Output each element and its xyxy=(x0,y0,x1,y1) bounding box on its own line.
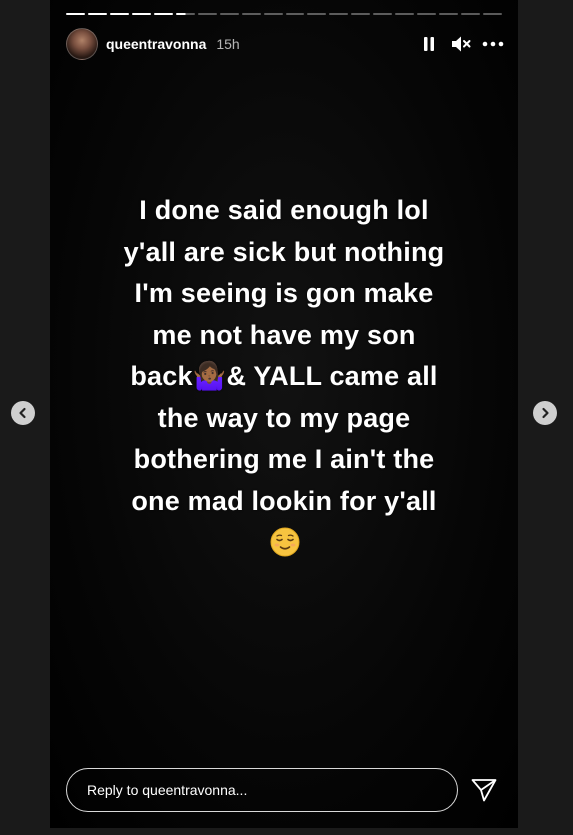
chevron-left-icon xyxy=(19,407,26,419)
avatar[interactable] xyxy=(66,28,98,60)
progress-segment xyxy=(351,13,371,15)
progress-segment xyxy=(329,13,349,15)
reply-bar xyxy=(66,768,498,812)
progress-segment xyxy=(285,13,305,15)
progress-segment xyxy=(395,13,415,15)
progress-segment xyxy=(461,13,481,15)
progress-segment xyxy=(153,13,173,15)
story-viewer: queentravonna 15h I done said enough lol… xyxy=(0,0,573,835)
progress-segment xyxy=(241,13,261,15)
chevron-right-icon xyxy=(542,407,549,419)
story-progress-bar xyxy=(66,13,503,16)
story-caption: I done said enough lol y'all are sick bu… xyxy=(123,195,445,516)
next-story-button[interactable] xyxy=(533,401,557,425)
username[interactable]: queentravonna xyxy=(106,36,206,52)
progress-segment xyxy=(109,13,129,15)
send-paper-plane-icon xyxy=(471,779,497,802)
progress-segment xyxy=(131,13,151,15)
muted-speaker-icon xyxy=(452,36,471,52)
story-controls xyxy=(418,33,504,55)
pause-icon xyxy=(424,37,434,51)
reply-input[interactable] xyxy=(66,768,459,812)
previous-story-button[interactable] xyxy=(11,401,35,425)
story-frame[interactable]: queentravonna 15h I done said enough lol… xyxy=(50,0,518,828)
progress-segment xyxy=(87,13,107,15)
progress-segment xyxy=(373,13,393,15)
post-time: 15h xyxy=(216,36,240,52)
progress-segment xyxy=(307,13,327,15)
progress-segment xyxy=(66,13,85,15)
more-options-icon xyxy=(482,41,504,47)
progress-segment xyxy=(417,13,437,15)
progress-segment xyxy=(219,13,239,15)
more-options-button[interactable] xyxy=(482,33,504,55)
send-button[interactable] xyxy=(470,776,498,804)
progress-segment xyxy=(483,13,503,15)
progress-segment xyxy=(175,13,195,15)
progress-segment xyxy=(263,13,283,15)
progress-segment xyxy=(439,13,459,15)
pause-button[interactable] xyxy=(418,33,440,55)
story-header: queentravonna 15h xyxy=(66,28,504,60)
relieved-face-icon xyxy=(270,527,300,557)
mute-button[interactable] xyxy=(450,33,472,55)
progress-segment xyxy=(197,13,217,15)
